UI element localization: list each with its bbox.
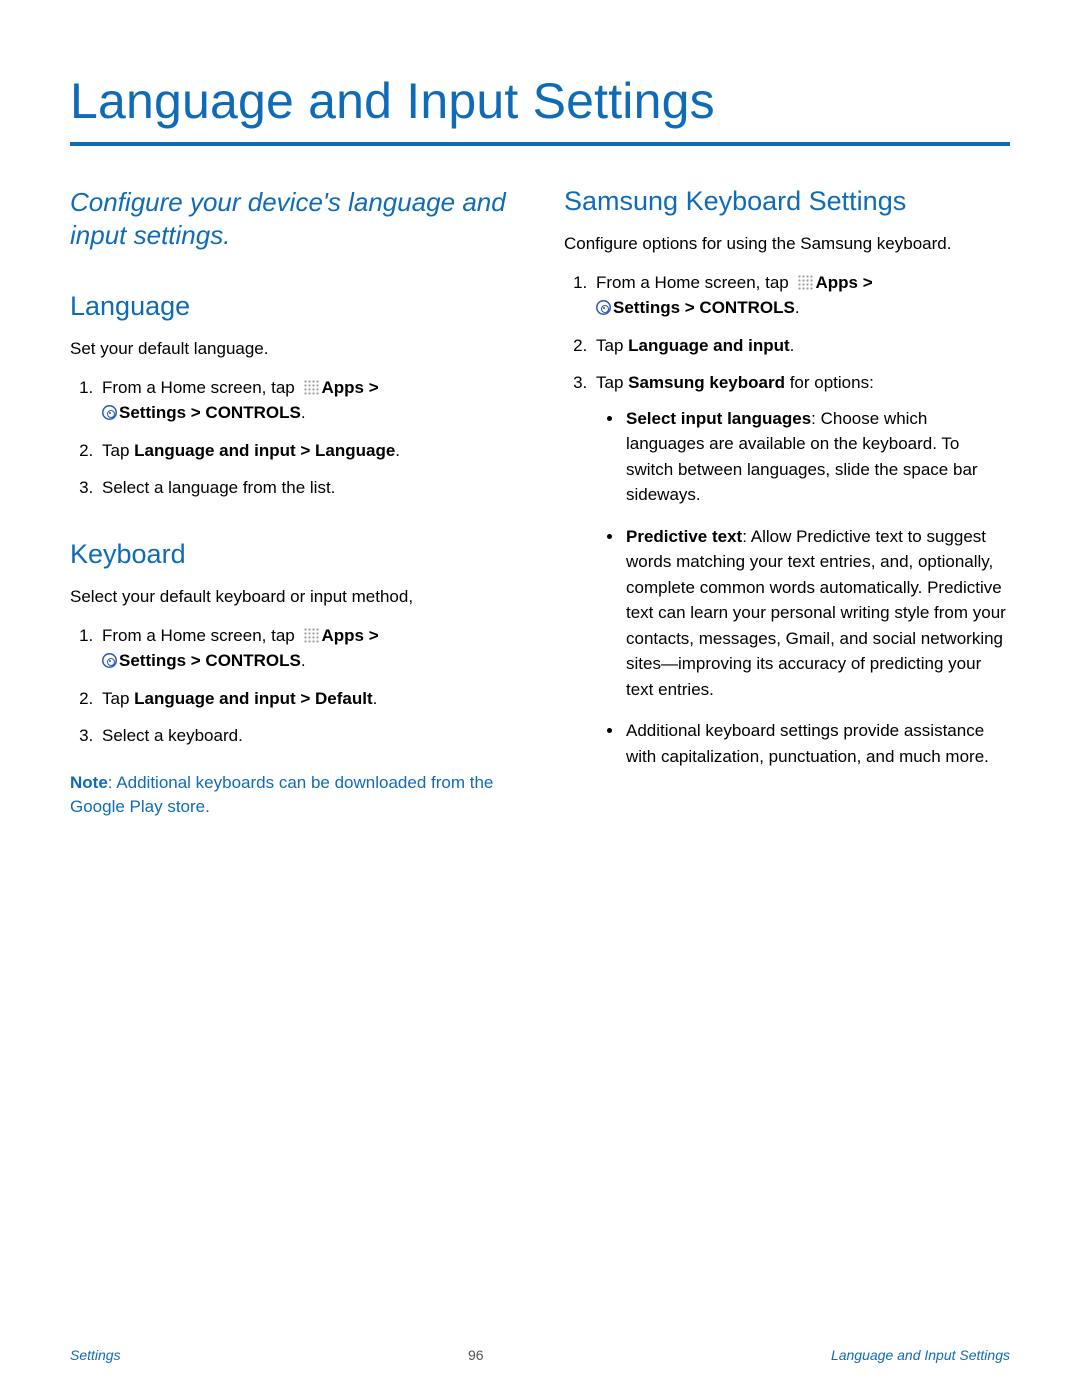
left-column: Configure your device's language and inp… — [70, 186, 516, 818]
note-label: Note — [70, 773, 108, 792]
step-bold: Language and input > Language — [134, 441, 395, 460]
settings-label: Settings — [119, 403, 186, 422]
gt: > — [858, 273, 873, 292]
language-desc: Set your default language. — [70, 338, 516, 361]
step-text: Tap — [102, 441, 134, 460]
samsung-step-2: Tap Language and input. — [592, 333, 1010, 359]
heading-samsung-keyboard: Samsung Keyboard Settings — [564, 186, 1010, 217]
settings-label: Settings — [613, 298, 680, 317]
keyboard-step-3: Select a keyboard. — [98, 723, 516, 749]
step-bold: Language and input — [628, 336, 790, 355]
period: . — [301, 651, 306, 670]
settings-icon — [102, 653, 117, 668]
settings-label: Settings — [119, 651, 186, 670]
apps-label: Apps — [815, 273, 858, 292]
language-step-1: From a Home screen, tap Apps > Settings … — [98, 375, 516, 426]
samsung-step-1: From a Home screen, tap Apps > Settings … — [592, 270, 1010, 321]
bullet-label: Select input languages — [626, 409, 811, 428]
note-rest: : Additional keyboards can be downloaded… — [70, 773, 493, 816]
step-bold: Language and input > Default — [134, 689, 372, 708]
language-steps: From a Home screen, tap Apps > Settings … — [70, 375, 516, 501]
footer-left: Settings — [70, 1347, 121, 1363]
period: . — [373, 689, 378, 708]
settings-icon — [102, 405, 117, 420]
apps-label: Apps — [321, 378, 364, 397]
keyboard-step-2: Tap Language and input > Default. — [98, 686, 516, 712]
period: . — [301, 403, 306, 422]
step-text: Tap — [596, 336, 628, 355]
step-text: Tap — [102, 689, 134, 708]
title-divider — [70, 142, 1010, 146]
bullet-additional: Additional keyboard settings provide ass… — [624, 718, 1010, 769]
footer-right: Language and Input Settings — [831, 1347, 1010, 1363]
bullet-select-languages: Select input languages: Choose which lan… — [624, 406, 1010, 508]
controls-label: > CONTROLS — [680, 298, 795, 317]
page-footer: Settings 96 Language and Input Settings — [70, 1347, 1010, 1363]
period: . — [790, 336, 795, 355]
samsung-step-3: Tap Samsung keyboard for options: Select… — [592, 370, 1010, 769]
language-step-3: Select a language from the list. — [98, 475, 516, 501]
period: . — [395, 441, 400, 460]
gt: > — [364, 378, 379, 397]
keyboard-steps: From a Home screen, tap Apps > Settings … — [70, 623, 516, 749]
bullet-rest: : Allow Predictive text to suggest words… — [626, 527, 1006, 699]
apps-icon — [303, 379, 319, 395]
step-bold: Samsung keyboard — [628, 373, 785, 392]
period: . — [795, 298, 800, 317]
content-columns: Configure your device's language and inp… — [70, 186, 1010, 818]
samsung-desc: Configure options for using the Samsung … — [564, 233, 1010, 256]
apps-icon — [303, 627, 319, 643]
apps-label: Apps — [321, 626, 364, 645]
gt: > — [364, 626, 379, 645]
step-text: From a Home screen, tap — [596, 273, 793, 292]
language-step-2: Tap Language and input > Language. — [98, 438, 516, 464]
bullet-predictive-text: Predictive text: Allow Predictive text t… — [624, 524, 1010, 703]
keyboard-step-1: From a Home screen, tap Apps > Settings … — [98, 623, 516, 674]
keyboard-desc: Select your default keyboard or input me… — [70, 586, 516, 609]
controls-label: > CONTROLS — [186, 651, 301, 670]
right-column: Samsung Keyboard Settings Configure opti… — [564, 186, 1010, 818]
footer-page-number: 96 — [468, 1347, 484, 1363]
heading-keyboard: Keyboard — [70, 539, 516, 570]
page-title: Language and Input Settings — [70, 72, 1010, 130]
settings-icon — [596, 300, 611, 315]
samsung-bullets: Select input languages: Choose which lan… — [596, 406, 1010, 770]
bullet-label: Predictive text — [626, 527, 742, 546]
intro-text: Configure your device's language and inp… — [70, 186, 516, 251]
apps-icon — [797, 274, 813, 290]
step-text: Tap — [596, 373, 628, 392]
heading-language: Language — [70, 291, 516, 322]
step-post: for options: — [785, 373, 874, 392]
controls-label: > CONTROLS — [186, 403, 301, 422]
step-text: From a Home screen, tap — [102, 626, 299, 645]
step-text: From a Home screen, tap — [102, 378, 299, 397]
samsung-steps: From a Home screen, tap Apps > Settings … — [564, 270, 1010, 770]
keyboard-note: Note: Additional keyboards can be downlo… — [70, 771, 516, 819]
